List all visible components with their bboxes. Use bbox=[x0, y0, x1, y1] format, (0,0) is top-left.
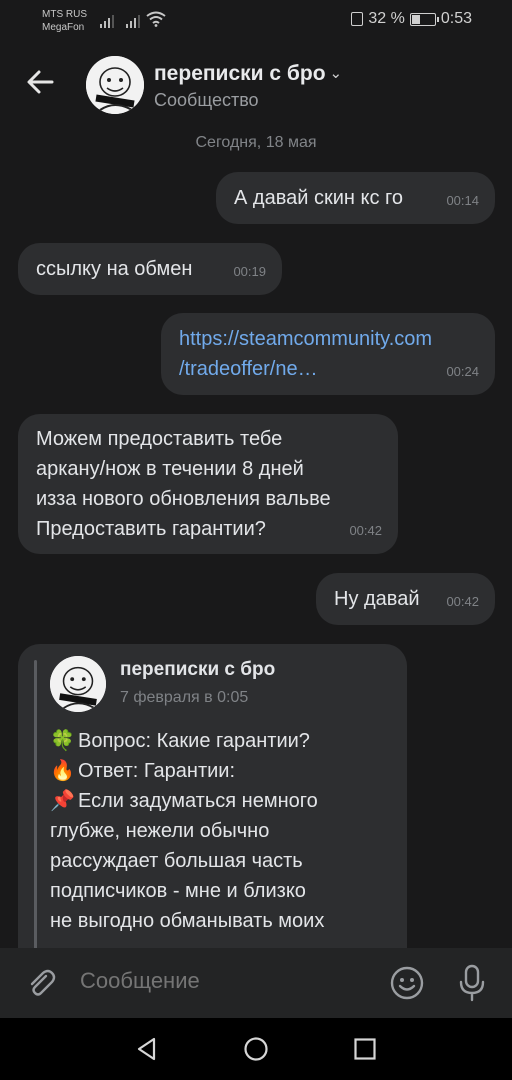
nav-recent-apps-icon[interactable] bbox=[352, 1036, 378, 1062]
chat-header: переписки с бро ⌄ Сообщество bbox=[0, 44, 512, 126]
chat-subtitle: Сообщество bbox=[154, 90, 259, 110]
smiley-icon[interactable] bbox=[389, 965, 425, 1001]
message-time: 00:19 bbox=[233, 264, 266, 279]
clock: 0:53 bbox=[440, 10, 472, 27]
clover-icon: 🍀 bbox=[50, 730, 75, 752]
forwarded-line: 🍀 Вопрос: Какие гарантии? bbox=[50, 726, 390, 756]
battery-percent: 32 % bbox=[368, 10, 405, 27]
meme-face-avatar bbox=[50, 656, 106, 712]
message-time: 00:24 bbox=[446, 364, 479, 379]
message-time: 00:42 bbox=[446, 594, 479, 609]
nav-home-icon[interactable] bbox=[243, 1036, 269, 1062]
message-bubble[interactable]: Ну давай 00:42 bbox=[316, 573, 495, 625]
carrier-names: MTS RUS MegaFon bbox=[42, 8, 87, 34]
message-time: 00:42 bbox=[349, 523, 382, 538]
chat-title-text: переписки с бро bbox=[154, 62, 326, 85]
carrier-1: MTS RUS bbox=[42, 9, 87, 20]
system-nav-bar bbox=[0, 1018, 512, 1080]
message-bubble[interactable]: ссылку на обмен 00:19 bbox=[18, 243, 282, 295]
paperclip-icon[interactable] bbox=[24, 966, 58, 1000]
microphone-icon[interactable] bbox=[456, 963, 488, 1003]
message-input[interactable] bbox=[80, 968, 370, 994]
message-time: 00:14 bbox=[446, 193, 479, 208]
signal-1-icon bbox=[100, 12, 114, 28]
vibrate-icon bbox=[351, 12, 364, 26]
date-separator: Сегодня, 18 мая bbox=[195, 134, 317, 151]
nav-back-icon[interactable] bbox=[134, 1036, 160, 1062]
message-bubble[interactable]: Можем предоставить тебе аркану/нож в теч… bbox=[18, 414, 398, 554]
carrier-2: MegaFon bbox=[42, 22, 85, 33]
message-link[interactable]: https://steamcommunity.com /tradeoffer/n… bbox=[179, 324, 477, 384]
message-composer bbox=[0, 948, 512, 1018]
forwarded-text: 🍀 Вопрос: Какие гарантии? 🔥 Ответ: Гаранти… bbox=[50, 726, 390, 936]
message-text: А давай скин кс го bbox=[234, 187, 403, 209]
community-avatar[interactable] bbox=[86, 56, 144, 114]
message-bubble[interactable]: https://steamcommunity.com /tradeoffer/n… bbox=[161, 313, 495, 395]
message-text: ссылку на обмен bbox=[36, 258, 193, 280]
forwarded-date: 7 февраля в 0:05 bbox=[120, 689, 249, 706]
message-text: Можем предоставить тебе аркану/нож в теч… bbox=[36, 428, 331, 540]
quote-bar bbox=[34, 660, 37, 960]
forwarded-avatar[interactable] bbox=[50, 656, 106, 712]
battery-icon bbox=[409, 12, 439, 26]
chat-title[interactable]: переписки с бро ⌄ bbox=[154, 62, 342, 86]
chevron-down-icon: ⌄ bbox=[329, 65, 343, 82]
signal-2-icon bbox=[126, 12, 140, 28]
arrow-left-icon[interactable] bbox=[24, 66, 56, 98]
pushpin-icon: 📌 bbox=[50, 790, 75, 812]
meme-face-avatar bbox=[86, 56, 144, 114]
forwarded-line: 🔥 Ответ: Гарантии: bbox=[50, 756, 390, 786]
status-right: 32 % 0:53 bbox=[351, 10, 472, 28]
message-bubble[interactable]: А давай скин кс го 00:14 bbox=[216, 172, 495, 224]
fire-icon: 🔥 bbox=[50, 760, 75, 782]
forwarded-line: 📌 Если задуматься немного глубже, нежели … bbox=[50, 786, 390, 936]
forwarded-post[interactable]: переписки с бро 7 февраля в 0:05 🍀 Вопрос… bbox=[18, 644, 407, 964]
wifi-icon bbox=[146, 11, 166, 27]
forwarded-author[interactable]: переписки с бро bbox=[120, 659, 275, 681]
status-bar: MTS RUS MegaFon 32 % 0:53 bbox=[0, 0, 512, 44]
